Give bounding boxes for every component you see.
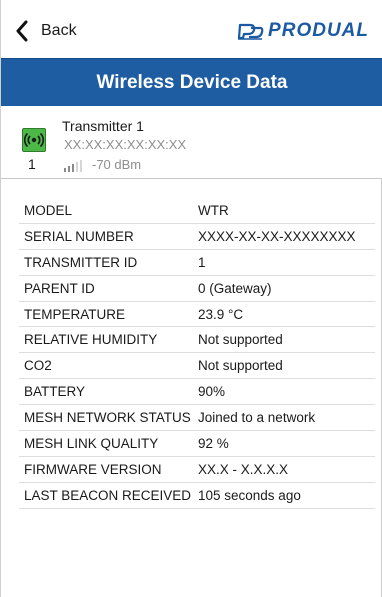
row-label: PARENT ID: [24, 280, 95, 296]
row-value: Not supported: [198, 332, 283, 348]
row-value: Not supported: [198, 358, 283, 374]
row-value: Joined to a network: [198, 410, 316, 426]
logo-text: PRODUAL: [268, 20, 369, 41]
row-value: WTR: [198, 202, 229, 218]
back-label: Back: [41, 22, 77, 39]
signal-bar: [64, 168, 66, 172]
produal-logo: PRODUAL: [236, 20, 369, 42]
chevron-left-icon: [16, 20, 28, 42]
table-row: BATTERY 90%: [19, 379, 375, 406]
table-row: MESH NETWORK STATUS Joined to a network: [19, 405, 375, 432]
device-name: Transmitter 1: [62, 118, 144, 134]
row-label: RELATIVE HUMIDITY: [24, 332, 158, 348]
table-row: TEMPERATURE 23.9 °C: [19, 302, 375, 328]
table-row: MESH LINK QUALITY 92 %: [19, 431, 375, 457]
row-value: 0 (Gateway): [198, 280, 272, 296]
row-label: CO2: [24, 358, 52, 374]
signal-bars-icon: [64, 160, 84, 172]
table-row: PARENT ID 0 (Gateway): [19, 276, 375, 302]
row-label: BATTERY: [24, 384, 86, 400]
row-value: 90%: [198, 384, 226, 400]
row-value: 92 %: [198, 435, 229, 451]
row-label: FIRMWARE VERSION: [24, 461, 162, 477]
row-label: TRANSMITTER ID: [24, 254, 138, 270]
row-value: 105 seconds ago: [198, 487, 301, 503]
top-bar: Back PRODUAL: [1, 0, 382, 58]
row-label: TEMPERATURE: [24, 306, 126, 322]
device-mac-address: XX:XX:XX:XX:XX:XX: [64, 137, 187, 152]
signal-bar: [68, 166, 70, 172]
device-data-table: MODEL WTR SERIAL NUMBER XXXX-XX-XX-XXXXXXXX…: [19, 198, 375, 509]
device-index: 1: [28, 156, 36, 172]
device-summary[interactable]: 1 Transmitter 1 XX:XX:XX:XX:XX:XX -70 dB…: [1, 106, 382, 179]
row-label: MODEL: [24, 202, 73, 218]
table-row: RELATIVE HUMIDITY Not supported: [19, 327, 375, 354]
table-row: CO2 Not supported: [19, 353, 375, 380]
app-frame: Back PRODUAL Wireless Device Data 1 Tran…: [0, 0, 382, 597]
signal-dbm: -70 dBm: [92, 157, 142, 172]
wireless-transmitter-icon: [22, 128, 46, 152]
table-row: SERIAL NUMBER XXXX-XX-XX-XXXXXXXX: [19, 224, 375, 250]
page-title: Wireless Device Data: [96, 72, 288, 93]
row-label: LAST BEACON RECEIVED: [24, 487, 192, 503]
table-row: LAST BEACON RECEIVED 105 seconds ago: [19, 483, 375, 509]
signal-bar: [72, 164, 74, 172]
row-value: XX.X - X.X.X.X: [198, 461, 289, 477]
table-row: MODEL WTR: [19, 198, 375, 224]
row-label: MESH NETWORK STATUS: [24, 410, 191, 426]
back-button[interactable]: Back: [15, 18, 77, 44]
signal-bar: [76, 162, 78, 172]
row-label: SERIAL NUMBER: [24, 228, 134, 244]
row-value: 23.9 °C: [198, 306, 244, 322]
row-value: 1: [198, 254, 206, 270]
title-bar: Wireless Device Data: [1, 58, 382, 107]
row-value: XXXX-XX-XX-XXXXXXXX: [198, 228, 356, 244]
signal-bar: [80, 160, 82, 172]
signal-strength: -70 dBm: [64, 157, 141, 172]
radio-waves-icon: [24, 132, 44, 148]
table-row: FIRMWARE VERSION XX.X - X.X.X.X: [19, 457, 375, 483]
table-row: TRANSMITTER ID 1: [19, 250, 375, 276]
row-label: MESH LINK QUALITY: [24, 435, 159, 451]
produal-logo-icon: [237, 23, 264, 40]
